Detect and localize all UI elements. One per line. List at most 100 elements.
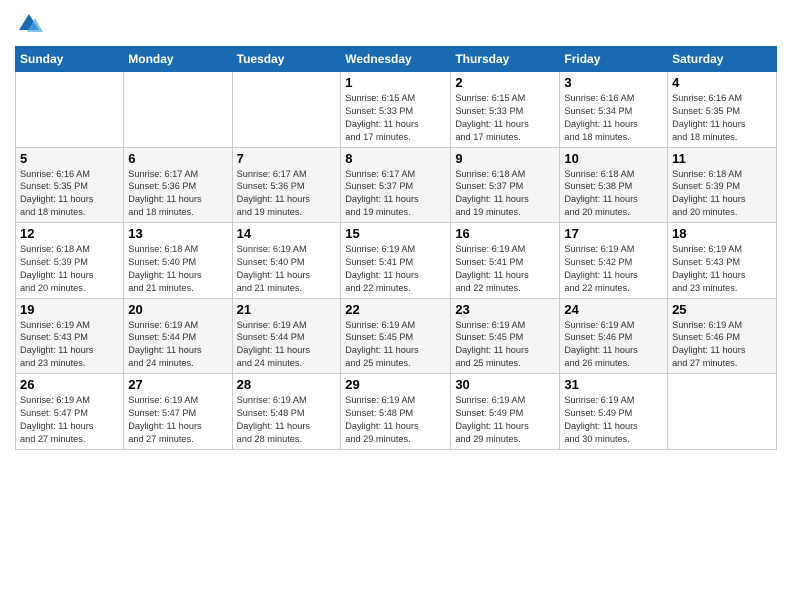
day-cell (232, 72, 341, 148)
day-info: Sunrise: 6:19 AMSunset: 5:42 PMDaylight:… (564, 243, 663, 295)
day-number: 2 (455, 75, 555, 90)
week-row-3: 12 Sunrise: 6:18 AMSunset: 5:39 PMDayligh… (16, 223, 777, 299)
day-info: Sunrise: 6:19 AMSunset: 5:40 PMDaylight:… (237, 243, 337, 295)
day-info: Sunrise: 6:16 AMSunset: 5:35 PMDaylight:… (672, 92, 772, 144)
day-number: 6 (128, 151, 227, 166)
day-number: 20 (128, 302, 227, 317)
day-cell: 24Sunrise: 6:19 AMSunset: 5:46 PMDayligh… (560, 298, 668, 374)
day-cell (124, 72, 232, 148)
day-cell: 9 Sunrise: 6:18 AMSunset: 5:37 PMDaylight… (451, 147, 560, 223)
day-info: Sunrise: 6:19 AMSunset: 5:41 PMDaylight:… (455, 243, 555, 295)
day-number: 11 (672, 151, 772, 166)
day-cell: 29Sunrise: 6:19 AMSunset: 5:48 PMDayligh… (341, 374, 451, 450)
day-number: 22 (345, 302, 446, 317)
day-info: Sunrise: 6:17 AMSunset: 5:36 PMDaylight:… (128, 168, 227, 220)
week-row-1: 1 Sunrise: 6:15 AMSunset: 5:33 PMDaylight… (16, 72, 777, 148)
weekday-header-friday: Friday (560, 47, 668, 72)
weekday-header-monday: Monday (124, 47, 232, 72)
day-cell: 10 Sunrise: 6:18 AMSunset: 5:38 PMDayligh… (560, 147, 668, 223)
day-number: 12 (20, 226, 119, 241)
day-number: 30 (455, 377, 555, 392)
day-info: Sunrise: 6:19 AMSunset: 5:46 PMDaylight:… (564, 319, 663, 371)
day-number: 31 (564, 377, 663, 392)
day-info: Sunrise: 6:19 AMSunset: 5:43 PMDaylight:… (672, 243, 772, 295)
day-info: Sunrise: 6:17 AMSunset: 5:36 PMDaylight:… (237, 168, 337, 220)
day-number: 25 (672, 302, 772, 317)
day-info: Sunrise: 6:19 AMSunset: 5:44 PMDaylight:… (128, 319, 227, 371)
day-cell: 26Sunrise: 6:19 AMSunset: 5:47 PMDayligh… (16, 374, 124, 450)
day-number: 5 (20, 151, 119, 166)
day-cell: 13Sunrise: 6:18 AMSunset: 5:40 PMDayligh… (124, 223, 232, 299)
day-cell: 19 Sunrise: 6:19 AMSunset: 5:43 PMDayligh… (16, 298, 124, 374)
day-info: Sunrise: 6:19 AMSunset: 5:45 PMDaylight:… (345, 319, 446, 371)
day-cell (668, 374, 777, 450)
day-info: Sunrise: 6:19 AMSunset: 5:45 PMDaylight:… (455, 319, 555, 371)
day-cell: 8 Sunrise: 6:17 AMSunset: 5:37 PMDaylight… (341, 147, 451, 223)
day-number: 10 (564, 151, 663, 166)
day-info: Sunrise: 6:19 AMSunset: 5:46 PMDaylight:… (672, 319, 772, 371)
day-info: Sunrise: 6:19 AMSunset: 5:44 PMDaylight:… (237, 319, 337, 371)
day-cell (16, 72, 124, 148)
day-info: Sunrise: 6:19 AMSunset: 5:43 PMDaylight:… (20, 319, 119, 371)
day-cell: 14Sunrise: 6:19 AMSunset: 5:40 PMDayligh… (232, 223, 341, 299)
day-info: Sunrise: 6:18 AMSunset: 5:37 PMDaylight:… (455, 168, 555, 220)
day-cell: 6 Sunrise: 6:17 AMSunset: 5:36 PMDaylight… (124, 147, 232, 223)
day-info: Sunrise: 6:15 AMSunset: 5:33 PMDaylight:… (345, 92, 446, 144)
day-cell: 18 Sunrise: 6:19 AMSunset: 5:43 PMDayligh… (668, 223, 777, 299)
weekday-header-tuesday: Tuesday (232, 47, 341, 72)
day-info: Sunrise: 6:15 AMSunset: 5:33 PMDaylight:… (455, 92, 555, 144)
day-info: Sunrise: 6:16 AMSunset: 5:34 PMDaylight:… (564, 92, 663, 144)
day-info: Sunrise: 6:18 AMSunset: 5:39 PMDaylight:… (672, 168, 772, 220)
day-number: 21 (237, 302, 337, 317)
day-cell: 4 Sunrise: 6:16 AMSunset: 5:35 PMDaylight… (668, 72, 777, 148)
day-cell: 2 Sunrise: 6:15 AMSunset: 5:33 PMDaylight… (451, 72, 560, 148)
day-cell: 15Sunrise: 6:19 AMSunset: 5:41 PMDayligh… (341, 223, 451, 299)
day-number: 17 (564, 226, 663, 241)
day-number: 15 (345, 226, 446, 241)
day-number: 27 (128, 377, 227, 392)
day-number: 13 (128, 226, 227, 241)
day-info: Sunrise: 6:16 AMSunset: 5:35 PMDaylight:… (20, 168, 119, 220)
day-cell: 16 Sunrise: 6:19 AMSunset: 5:41 PMDayligh… (451, 223, 560, 299)
day-number: 1 (345, 75, 446, 90)
day-cell: 25 Sunrise: 6:19 AMSunset: 5:46 PMDayligh… (668, 298, 777, 374)
day-cell: 28 Sunrise: 6:19 AMSunset: 5:48 PMDayligh… (232, 374, 341, 450)
day-info: Sunrise: 6:19 AMSunset: 5:49 PMDaylight:… (564, 394, 663, 446)
day-cell: 21 Sunrise: 6:19 AMSunset: 5:44 PMDayligh… (232, 298, 341, 374)
day-cell: 3 Sunrise: 6:16 AMSunset: 5:34 PMDaylight… (560, 72, 668, 148)
day-info: Sunrise: 6:18 AMSunset: 5:39 PMDaylight:… (20, 243, 119, 295)
day-cell: 31 Sunrise: 6:19 AMSunset: 5:49 PMDayligh… (560, 374, 668, 450)
day-cell: 27 Sunrise: 6:19 AMSunset: 5:47 PMDayligh… (124, 374, 232, 450)
day-number: 16 (455, 226, 555, 241)
day-info: Sunrise: 6:19 AMSunset: 5:48 PMDaylight:… (237, 394, 337, 446)
weekday-header-row: SundayMondayTuesdayWednesdayThursdayFrid… (16, 47, 777, 72)
day-cell: 7 Sunrise: 6:17 AMSunset: 5:36 PMDaylight… (232, 147, 341, 223)
day-cell: 17 Sunrise: 6:19 AMSunset: 5:42 PMDayligh… (560, 223, 668, 299)
day-number: 8 (345, 151, 446, 166)
day-info: Sunrise: 6:19 AMSunset: 5:49 PMDaylight:… (455, 394, 555, 446)
day-cell: 5 Sunrise: 6:16 AMSunset: 5:35 PMDaylight… (16, 147, 124, 223)
day-number: 23 (455, 302, 555, 317)
day-cell: 20 Sunrise: 6:19 AMSunset: 5:44 PMDayligh… (124, 298, 232, 374)
week-row-2: 5 Sunrise: 6:16 AMSunset: 5:35 PMDaylight… (16, 147, 777, 223)
day-info: Sunrise: 6:18 AMSunset: 5:38 PMDaylight:… (564, 168, 663, 220)
week-row-5: 26 Sunrise: 6:19 AMSunset: 5:47 PMDayligh… (16, 374, 777, 450)
day-info: Sunrise: 6:19 AMSunset: 5:47 PMDaylight:… (128, 394, 227, 446)
logo (15, 10, 47, 38)
day-number: 28 (237, 377, 337, 392)
week-row-4: 19 Sunrise: 6:19 AMSunset: 5:43 PMDayligh… (16, 298, 777, 374)
weekday-header-sunday: Sunday (16, 47, 124, 72)
day-info: Sunrise: 6:17 AMSunset: 5:37 PMDaylight:… (345, 168, 446, 220)
day-number: 9 (455, 151, 555, 166)
weekday-header-wednesday: Wednesday (341, 47, 451, 72)
day-number: 4 (672, 75, 772, 90)
day-number: 19 (20, 302, 119, 317)
day-number: 3 (564, 75, 663, 90)
day-number: 18 (672, 226, 772, 241)
weekday-header-saturday: Saturday (668, 47, 777, 72)
day-number: 26 (20, 377, 119, 392)
day-number: 7 (237, 151, 337, 166)
day-cell: 11 Sunrise: 6:18 AMSunset: 5:39 PMDayligh… (668, 147, 777, 223)
day-info: Sunrise: 6:19 AMSunset: 5:48 PMDaylight:… (345, 394, 446, 446)
day-cell: 22 Sunrise: 6:19 AMSunset: 5:45 PMDayligh… (341, 298, 451, 374)
